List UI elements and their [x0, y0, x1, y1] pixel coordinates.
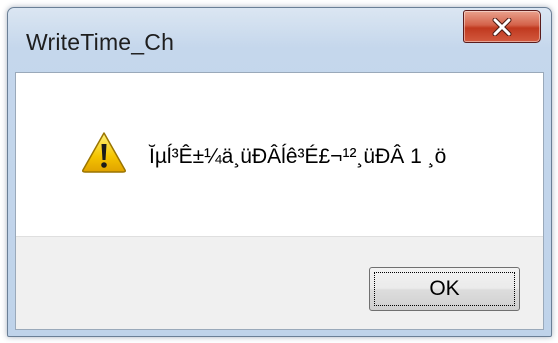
title-bar[interactable]: WriteTime_Ch [8, 8, 551, 72]
message-text: Ĭµĺ³Ê±¼ä¸üĐÂĺê³É£¬¹²¸üĐÂ 1 ¸ö [149, 145, 447, 168]
message-area: Ĭµĺ³Ê±¼ä¸üĐÂĺê³É£¬¹²¸üĐÂ 1 ¸ö [16, 73, 543, 236]
warning-icon [81, 131, 127, 173]
ok-button[interactable]: OK [369, 267, 520, 311]
window-title: WriteTime_Ch [26, 29, 175, 55]
close-button[interactable] [463, 10, 541, 43]
ok-button-label: OK [374, 272, 515, 306]
dialog-client-area: Ĭµĺ³Ê±¼ä¸üĐÂĺê³É£¬¹²¸üĐÂ 1 ¸ö OK [15, 72, 544, 330]
close-icon [491, 16, 513, 38]
dialog-window: WriteTime_Ch Ĭµĺ³Ê±¼ä¸üĐÂĺê³É£¬¹²¸üĐÂ 1 … [7, 7, 552, 337]
button-area: OK [16, 236, 543, 329]
